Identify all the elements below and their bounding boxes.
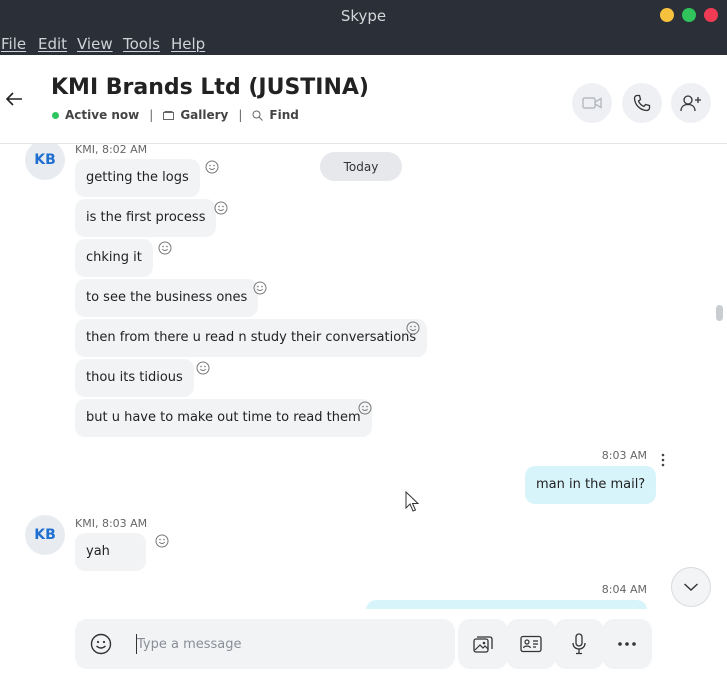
maximize-button[interactable] bbox=[682, 8, 696, 22]
message-input[interactable] bbox=[137, 633, 437, 655]
audio-call-button[interactable] bbox=[622, 83, 662, 123]
message-bubble[interactable]: yah bbox=[75, 533, 146, 571]
chat-header: KMI Brands Ltd (JUSTINA) Active now | Ga… bbox=[0, 55, 727, 144]
media-gallery-icon bbox=[473, 636, 493, 653]
back-arrow-icon[interactable] bbox=[4, 89, 24, 109]
close-button[interactable] bbox=[704, 8, 718, 22]
scroll-to-bottom-button[interactable] bbox=[671, 567, 711, 607]
gallery-link[interactable]: Gallery bbox=[180, 108, 228, 122]
search-icon bbox=[252, 110, 264, 121]
more-horizontal-icon bbox=[618, 642, 636, 646]
message-meta: KMI, 8:02 AM bbox=[75, 144, 148, 156]
menu-view[interactable]: View bbox=[77, 35, 113, 53]
menu-bar: File Edit View Tools Help bbox=[0, 32, 727, 55]
menu-tools[interactable]: Tools bbox=[123, 35, 160, 53]
more-actions-button[interactable] bbox=[602, 619, 652, 669]
chat-subline: Active now | Gallery | Find bbox=[52, 108, 299, 122]
add-people-button[interactable] bbox=[671, 83, 711, 123]
own-message-bubble[interactable] bbox=[366, 600, 647, 609]
mouse-cursor-icon bbox=[405, 491, 419, 512]
share-contact-button[interactable] bbox=[506, 619, 556, 669]
add-reaction-smiley-icon[interactable] bbox=[205, 160, 219, 174]
add-reaction-smiley-icon[interactable] bbox=[196, 361, 210, 375]
message-bubble[interactable]: getting the logs bbox=[75, 159, 200, 197]
message-timestamp: 8:03 AM bbox=[601, 449, 647, 462]
chat-title[interactable]: KMI Brands Ltd (JUSTINA) bbox=[51, 75, 369, 100]
separator: | bbox=[149, 108, 154, 122]
message-input-container[interactable] bbox=[75, 619, 455, 669]
add-reaction-smiley-icon[interactable] bbox=[158, 241, 172, 255]
emoji-icon[interactable] bbox=[90, 633, 112, 655]
message-bubble[interactable]: chking it bbox=[75, 239, 153, 277]
find-link[interactable]: Find bbox=[269, 108, 298, 122]
message-bubble[interactable]: to see the business ones bbox=[75, 279, 259, 317]
avatar[interactable]: KB bbox=[25, 515, 65, 555]
phone-call-icon bbox=[633, 94, 651, 112]
message-list[interactable]: KB KMI, 8:02 AM Today getting the logs i… bbox=[0, 144, 727, 609]
add-reaction-smiley-icon[interactable] bbox=[358, 401, 372, 415]
add-person-icon bbox=[680, 95, 701, 112]
separator: | bbox=[238, 108, 243, 122]
date-separator: Today bbox=[320, 152, 402, 181]
add-reaction-smiley-icon[interactable] bbox=[406, 321, 420, 335]
message-meta: KMI, 8:03 AM bbox=[75, 517, 148, 530]
contact-card-icon bbox=[520, 635, 542, 653]
window-titlebar: Skype bbox=[0, 0, 727, 32]
microphone-icon bbox=[572, 633, 586, 655]
add-reaction-smiley-icon[interactable] bbox=[214, 201, 228, 215]
message-timestamp: 8:04 AM bbox=[601, 583, 647, 596]
online-status-dot bbox=[52, 111, 59, 119]
send-media-button[interactable] bbox=[458, 619, 508, 669]
add-reaction-smiley-icon[interactable] bbox=[155, 534, 169, 548]
scrollbar-thumb[interactable] bbox=[716, 305, 723, 321]
menu-file[interactable]: File bbox=[1, 35, 26, 53]
menu-edit[interactable]: Edit bbox=[38, 35, 67, 53]
more-options-icon[interactable] bbox=[660, 453, 666, 467]
presence-status: Active now bbox=[65, 108, 140, 122]
gallery-icon bbox=[163, 110, 175, 120]
message-bubble[interactable]: is the first process bbox=[75, 199, 217, 237]
video-call-icon bbox=[582, 97, 602, 109]
message-bubble[interactable]: but u have to make out time to read them bbox=[75, 399, 372, 437]
menu-help[interactable]: Help bbox=[171, 35, 205, 53]
avatar[interactable]: KB bbox=[25, 144, 65, 180]
message-composer bbox=[0, 609, 727, 688]
window-title: Skype bbox=[340, 7, 387, 25]
minimize-button[interactable] bbox=[660, 8, 674, 22]
chevron-down-icon bbox=[684, 583, 698, 591]
record-audio-button[interactable] bbox=[554, 619, 604, 669]
add-reaction-smiley-icon[interactable] bbox=[253, 281, 267, 295]
message-bubble[interactable]: thou its tidious bbox=[75, 359, 194, 397]
own-message-bubble[interactable]: man in the mail? bbox=[525, 466, 657, 504]
message-bubble[interactable]: then from there u read n study their con… bbox=[75, 319, 428, 357]
video-call-button[interactable] bbox=[572, 83, 612, 123]
